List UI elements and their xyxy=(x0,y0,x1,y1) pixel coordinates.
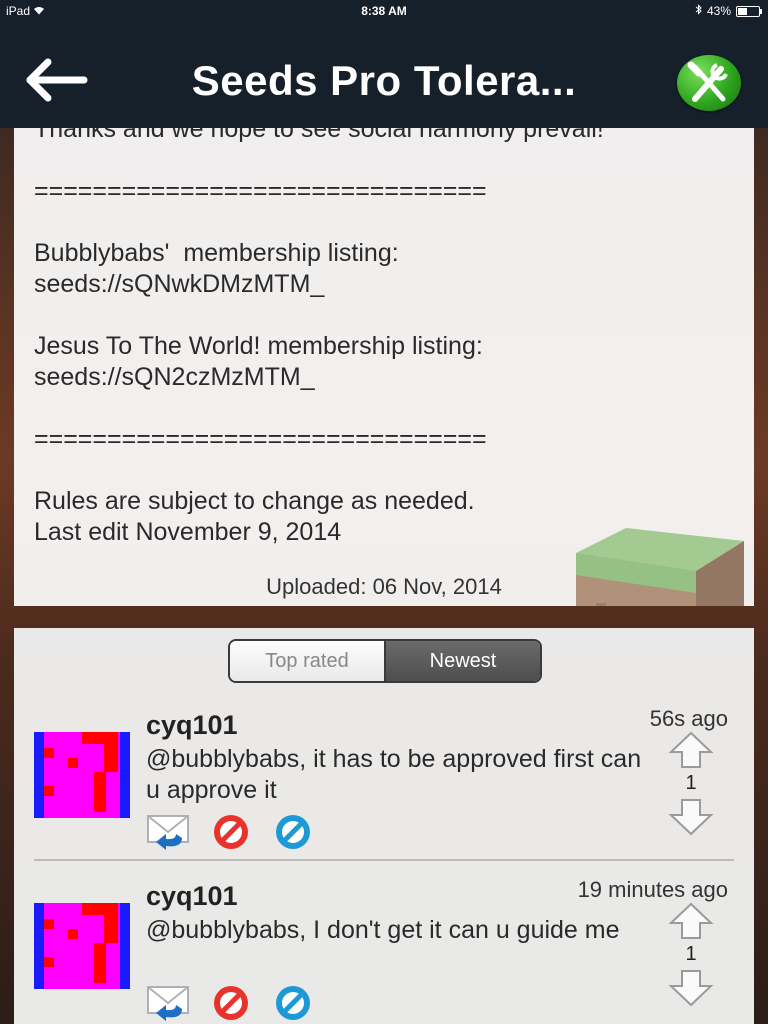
comment-item: cyq101 19 minutes ago @bubblybabs, I don… xyxy=(14,871,754,1024)
settings-button[interactable] xyxy=(677,55,741,111)
comment-item: cyq101 56s ago @bubblybabs, it has to be… xyxy=(14,700,754,870)
comments-sort-control: Top rated Newest xyxy=(228,639,542,683)
tab-newest[interactable]: Newest xyxy=(384,641,540,681)
comment-text: @bubblybabs, I don't get it can u guide … xyxy=(146,916,620,944)
vote-control: 1 xyxy=(666,730,716,837)
navigation-bar: Seeds Pro Tolera... xyxy=(0,22,768,128)
avatar[interactable] xyxy=(34,732,130,818)
comment-time: 19 minutes ago xyxy=(577,877,728,902)
comment-username[interactable]: cyq101 xyxy=(146,710,238,741)
block-icon[interactable] xyxy=(208,812,254,852)
comment-divider xyxy=(34,859,734,861)
reply-mail-icon[interactable] xyxy=(146,812,192,852)
vote-count: 1 xyxy=(685,943,697,965)
report-icon[interactable] xyxy=(270,812,316,852)
tools-icon xyxy=(687,61,728,102)
comment-actions xyxy=(146,983,316,1023)
battery-percent: 43% xyxy=(706,4,731,18)
comments-card: Top rated Newest cyq101 56s ago @bubblyb… xyxy=(14,628,754,1024)
battery-icon xyxy=(736,5,762,17)
downvote-arrow-icon[interactable] xyxy=(668,797,714,837)
vote-count: 1 xyxy=(685,772,697,794)
page-title: Seeds Pro Tolera... xyxy=(191,57,577,104)
battery-level xyxy=(738,7,747,15)
downvote-arrow-icon[interactable] xyxy=(668,968,714,1008)
uploaded-date: Uploaded: 06 Nov, 2014 xyxy=(266,574,502,599)
bluetooth-icon xyxy=(695,4,702,18)
block-icon[interactable] xyxy=(208,983,254,1023)
report-icon[interactable] xyxy=(270,983,316,1023)
status-bar: iPad 8:38 AM 43% xyxy=(0,0,768,22)
avatar[interactable] xyxy=(34,903,130,989)
vote-control: 1 xyxy=(666,901,716,1008)
upvote-arrow-icon[interactable] xyxy=(668,901,714,941)
status-right: 43% xyxy=(695,4,762,18)
reply-mail-icon[interactable] xyxy=(146,983,192,1023)
comment-time: 56s ago xyxy=(649,706,728,731)
comment-text: @bubblybabs, it has to be approved first… xyxy=(146,745,642,804)
status-time: 8:38 AM xyxy=(361,4,407,18)
seed-description-card: Thanks and we hope to see social harmony… xyxy=(14,128,754,606)
upvote-arrow-icon[interactable] xyxy=(668,730,714,770)
comment-username[interactable]: cyq101 xyxy=(146,881,238,912)
seed-description-text: Thanks and we hope to see social harmony… xyxy=(34,128,604,546)
comment-actions xyxy=(146,812,316,852)
tab-top-rated[interactable]: Top rated xyxy=(230,641,384,681)
